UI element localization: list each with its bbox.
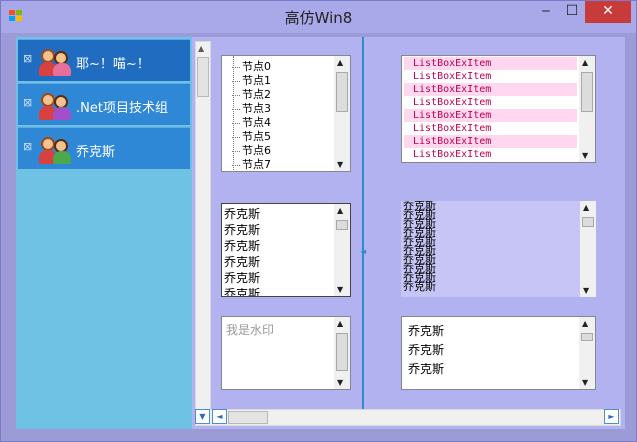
splitter-grip-icon[interactable]: ◄ <box>360 247 366 256</box>
list-item[interactable]: ListBoxExItem <box>404 57 577 70</box>
tree-node[interactable]: 节点5 <box>232 128 271 143</box>
scroll-up-icon[interactable]: ▲ <box>337 58 343 67</box>
remove-icon[interactable]: ⊠ <box>23 141 33 152</box>
list-item[interactable]: ListBoxExItem <box>404 83 577 96</box>
sidebar-item-group-3[interactable]: ⊠ 乔克斯 <box>18 127 190 169</box>
tree-node[interactable]: 节点4 <box>232 114 271 129</box>
minimize-button[interactable]: ‒ <box>533 1 559 23</box>
list-item[interactable]: 乔克斯 <box>408 322 444 339</box>
scroll-thumb[interactable] <box>581 333 593 341</box>
user-group-icon <box>39 45 71 77</box>
list-item[interactable]: 乔克斯 <box>224 253 260 270</box>
list-item[interactable]: ListBoxExItem <box>404 70 577 83</box>
list-item[interactable]: 乔克斯 <box>408 341 444 358</box>
app-window: 高仿Win8 ‒ ☐ ✕ ⊠ 耶~！喵~！ ⊠ .Net项目技术组 ⊠ 乔克斯 … <box>0 0 637 442</box>
scroll-thumb[interactable] <box>197 57 209 97</box>
tree-node[interactable]: 节点1 <box>232 72 271 87</box>
tree-node[interactable]: 节点3 <box>232 100 271 115</box>
name-list-left[interactable]: 乔克斯 乔克斯 乔克斯 乔克斯 乔克斯 乔克斯 ▲ ▼ <box>221 203 351 297</box>
scroll-thumb[interactable] <box>228 411 268 424</box>
user-group-icon <box>39 89 71 121</box>
watermark-textbox[interactable]: 我是水印 ▲ ▼ <box>221 316 351 390</box>
sidebar-item-label: .Net项目技术组 <box>76 101 168 116</box>
list-item[interactable]: 乔克斯 <box>224 205 260 222</box>
scroll-up-icon[interactable]: ▲ <box>583 203 589 212</box>
scroll-right-icon[interactable]: ► <box>604 409 619 424</box>
remove-icon[interactable]: ⊠ <box>23 97 33 108</box>
scroll-left-icon[interactable]: ◄ <box>212 409 227 424</box>
tree-node[interactable]: 节点2 <box>232 86 271 101</box>
sidebar-item-group-2[interactable]: ⊠ .Net项目技术组 <box>18 83 190 125</box>
listbox-ex[interactable]: ListBoxExItem ListBoxExItem ListBoxExIte… <box>401 55 596 163</box>
name-list-left-scrollbar[interactable]: ▲ ▼ <box>334 204 350 296</box>
watermark-placeholder: 我是水印 <box>226 323 275 337</box>
scroll-thumb[interactable] <box>582 217 594 227</box>
scroll-up-icon[interactable]: ▲ <box>337 206 343 215</box>
scroll-down-icon[interactable]: ▼ <box>337 378 343 387</box>
sidebar-item-label: 耶~！喵~！ <box>76 57 150 72</box>
maximize-button[interactable]: ☐ <box>559 1 585 23</box>
sidebar-item-group-1[interactable]: ⊠ 耶~！喵~！ <box>18 39 190 81</box>
splitter[interactable] <box>362 37 364 409</box>
scroll-down-icon[interactable]: ▼ <box>337 160 343 169</box>
sidebar-item-label: 乔克斯 <box>76 145 116 160</box>
list-item[interactable]: ListBoxExItem <box>404 122 577 135</box>
tree-node[interactable]: 节点0 <box>232 58 271 73</box>
name-list-right[interactable]: 乔克斯 乔克斯 乔克斯 ▲ ▼ <box>401 316 596 390</box>
name-list-tight-scrollbar[interactable]: ▲ ▼ <box>580 201 596 297</box>
tree-scrollbar[interactable]: ▲ ▼ <box>334 56 350 171</box>
tree-node[interactable]: 节点7 <box>232 156 271 171</box>
scroll-down-icon[interactable]: ▼ <box>582 378 588 387</box>
list-item[interactable]: ListBoxExItem <box>404 148 577 161</box>
scroll-up-icon[interactable]: ▲ <box>582 58 588 67</box>
list-item[interactable]: 乔克斯 <box>224 269 260 286</box>
list-item[interactable]: ListBoxExItem <box>404 135 577 148</box>
scroll-down-icon[interactable]: ▼ <box>582 151 588 160</box>
main-panel: ▲ ▼ ◄ ► ◄ 节点0 节点1 节点2 节点3 节点4 节点5 节点6 节点… <box>192 37 625 429</box>
name-list-tight[interactable]: 乔克斯 乔克斯 乔克斯 乔克斯 乔克斯 乔克斯 乔克斯 乔克斯 乔克斯 乔克斯 … <box>401 201 596 297</box>
remove-icon[interactable]: ⊠ <box>23 53 33 64</box>
scroll-up-icon[interactable]: ▲ <box>337 319 343 328</box>
scroll-thumb[interactable] <box>336 333 348 371</box>
tree-node[interactable]: 节点6 <box>232 142 271 157</box>
name-list-right-scrollbar[interactable]: ▲ ▼ <box>579 317 595 389</box>
list-item[interactable]: 乔克斯 <box>408 360 444 377</box>
watermark-scrollbar[interactable]: ▲ ▼ <box>334 317 350 389</box>
scroll-thumb[interactable] <box>336 72 348 112</box>
main-horizontal-scrollbar[interactable] <box>195 409 621 426</box>
user-group-icon <box>39 133 71 165</box>
title-bar[interactable]: 高仿Win8 ‒ ☐ ✕ <box>1 1 636 33</box>
sidebar: ⊠ 耶~！喵~！ ⊠ .Net项目技术组 ⊠ 乔克斯 <box>16 37 192 429</box>
list-item[interactable]: ListBoxExItem <box>404 109 577 122</box>
main-vertical-scrollbar[interactable]: ▲ <box>195 41 211 411</box>
list-item[interactable]: 乔克斯 <box>224 237 260 254</box>
list-item[interactable]: 乔克斯 <box>224 285 260 296</box>
listbox-ex-scrollbar[interactable]: ▲ ▼ <box>579 56 595 162</box>
list-item[interactable]: 乔克斯 <box>403 281 436 292</box>
list-item[interactable]: ListBoxExItem <box>404 96 577 109</box>
scroll-thumb[interactable] <box>581 72 593 112</box>
close-button[interactable]: ✕ <box>585 1 631 23</box>
tree-view[interactable]: 节点0 节点1 节点2 节点3 节点4 节点5 节点6 节点7 ▲ ▼ <box>221 55 351 172</box>
scroll-thumb[interactable] <box>336 220 348 230</box>
scroll-up-icon[interactable]: ▲ <box>582 319 588 328</box>
scroll-down-icon[interactable]: ▼ <box>583 286 589 295</box>
list-item[interactable]: 乔克斯 <box>224 221 260 238</box>
scroll-down-icon[interactable]: ▼ <box>337 285 343 294</box>
scroll-up-icon[interactable]: ▲ <box>198 44 204 53</box>
scroll-down-icon[interactable]: ▼ <box>195 409 210 424</box>
